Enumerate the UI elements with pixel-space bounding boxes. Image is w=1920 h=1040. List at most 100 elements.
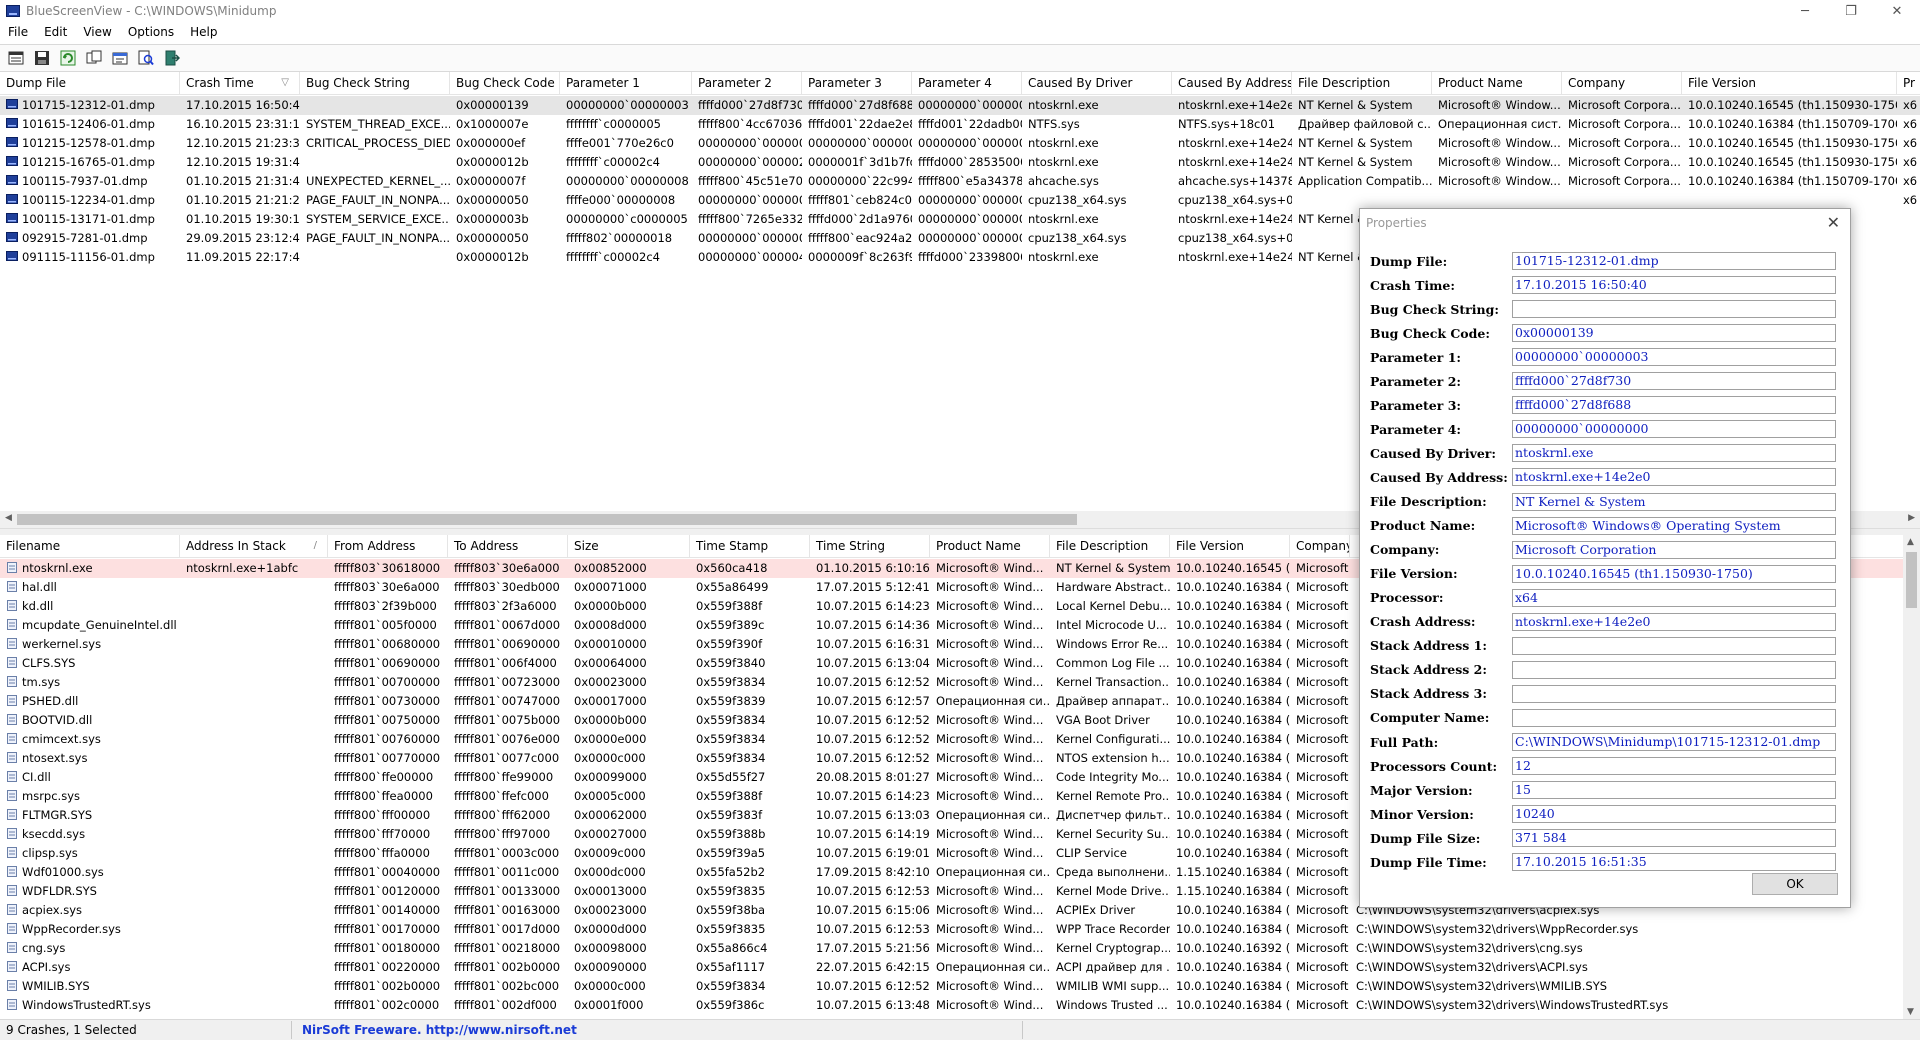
cell-text: 0x559f388f [696,789,763,803]
property-value-field[interactable]: ffffd000`27d8f688 [1512,396,1836,415]
property-value-field[interactable]: ffffd000`27d8f730 [1512,372,1836,391]
property-value-field[interactable]: 15 [1512,781,1836,800]
column-header-caused-by-driver[interactable]: Caused By Driver [1022,72,1172,94]
scroll-left-icon[interactable]: ◀ [5,513,12,523]
property-value-field[interactable]: x64 [1512,588,1836,607]
cell-text: acpiex.sys [22,903,82,917]
property-value-field[interactable]: Microsoft Corporation [1512,540,1836,559]
property-value-field[interactable]: 10240 [1512,805,1836,824]
column-header-product-name[interactable]: Product Name [930,535,1050,557]
cell-to-address: fffff801`0076e000 [448,730,568,749]
minimize-button[interactable]: ─ [1782,0,1828,22]
cell-text: 0x0001f000 [574,998,644,1012]
column-header-file-description[interactable]: File Description [1050,535,1170,557]
property-value-field[interactable]: 17.10.2015 16:51:35 [1512,853,1836,872]
save-selected-icon[interactable] [6,48,26,68]
column-header-size[interactable]: Size [568,535,690,557]
property-value-field[interactable]: ntoskrnl.exe+14e2e0 [1512,612,1836,631]
ok-button[interactable]: OK [1752,873,1838,895]
property-value-field[interactable] [1512,636,1836,655]
cell-caused-by-address: cpuz138_x64.sys+0 [1172,229,1292,248]
menu-edit[interactable]: Edit [36,25,75,39]
menu-options[interactable]: Options [120,25,182,39]
find-icon[interactable] [136,48,156,68]
copy-icon[interactable] [84,48,104,68]
drivers-list-scroll-thumb[interactable] [1906,552,1917,608]
column-header-address-in-stack[interactable]: Address In Stack / [180,535,328,557]
column-header-file-version[interactable]: File Version [1682,72,1897,94]
menu-view[interactable]: View [75,25,119,39]
column-header-bug-check-code[interactable]: Bug Check Code [450,72,560,94]
column-header-file-description[interactable]: File Description [1292,72,1432,94]
column-header-parameter-1[interactable]: Parameter 1 [560,72,692,94]
property-value-field[interactable]: NT Kernel & System [1512,492,1836,511]
column-header-crash-time[interactable]: Crash Time ▽ [180,72,300,94]
drivers-list-vertical-scrollbar[interactable]: ▲ ▼ [1903,535,1920,1019]
cell-text: Microsoft® Wind... [936,922,1044,936]
column-header-from-address[interactable]: From Address [328,535,448,557]
property-value-field[interactable] [1512,684,1836,703]
property-value-field[interactable] [1512,660,1836,679]
driver-row[interactable]: WppRecorder.sys fffff801`00170000 fffff801… [0,920,1903,939]
crash-list-scroll-thumb[interactable] [17,514,1077,525]
dialog-close-icon[interactable]: ✕ [1827,213,1840,232]
column-header-pr[interactable]: Pr [1897,72,1920,94]
column-header-file-version[interactable]: File Version [1170,535,1290,557]
cell-text: 01.10.2015 21:21:28 [186,193,300,207]
column-header-time-stamp[interactable]: Time Stamp [690,535,810,557]
column-header-company[interactable]: Company [1290,535,1350,557]
driver-row[interactable]: ACPI.sys fffff801`00220000 fffff801`002b00… [0,958,1903,977]
column-header-dump-file[interactable]: Dump File [0,72,180,94]
save-icon[interactable] [32,48,52,68]
property-value-field[interactable] [1512,300,1836,319]
column-header-time-string[interactable]: Time String [810,535,930,557]
property-value-field[interactable]: 00000000`00000000 [1512,420,1836,439]
property-value-field[interactable] [1512,708,1836,727]
property-value-field[interactable]: 17.10.2015 16:50:40 [1512,276,1836,295]
scroll-up-icon[interactable]: ▲ [1907,537,1914,547]
driver-row[interactable]: cng.sys fffff801`00180000 fffff801`0021800… [0,939,1903,958]
menu-help[interactable]: Help [182,25,225,39]
property-value-field[interactable]: 371 584 [1512,829,1836,848]
column-header-parameter-2[interactable]: Parameter 2 [692,72,802,94]
property-value-field[interactable]: 12 [1512,757,1836,776]
cell-text: Wdf01000.sys [22,865,104,879]
scroll-right-icon[interactable]: ▶ [1908,513,1915,523]
close-window-button[interactable]: ✕ [1874,0,1920,22]
cell-address-in-stack [180,711,328,730]
property-value-field[interactable]: 101715-12312-01.dmp [1512,252,1836,270]
driver-row[interactable]: WindowsTrustedRT.sys fffff801`002c0000 fff… [0,996,1903,1015]
column-header-caused-by-address[interactable]: Caused By Address [1172,72,1292,94]
cell-size: 0x000dc000 [568,863,690,882]
nirsoft-link[interactable]: NirSoft Freeware. http://www.nirsoft.net [292,1021,1023,1039]
crash-row[interactable]: 101215-16765-01.dmp 12.10.2015 19:31:49 0x… [0,153,1920,172]
column-header-parameter-4[interactable]: Parameter 4 [912,72,1022,94]
exit-icon[interactable] [162,48,182,68]
crash-row[interactable]: 100115-7937-01.dmp 01.10.2015 21:31:44 UNE… [0,172,1920,191]
cell-product-name: Операционная сист... [1432,115,1562,134]
column-header-bug-check-string[interactable]: Bug Check String [300,72,450,94]
refresh-icon[interactable] [58,48,78,68]
column-header-to-address[interactable]: To Address [448,535,568,557]
property-value-field[interactable]: 00000000`00000003 [1512,348,1836,367]
cell-text: 101715-12312-01.dmp [22,98,155,112]
column-header-company[interactable]: Company [1562,72,1682,94]
scroll-down-icon[interactable]: ▼ [1907,1007,1914,1017]
column-header-filename[interactable]: Filename [0,535,180,557]
column-header-parameter-3[interactable]: Parameter 3 [802,72,912,94]
property-value-field[interactable]: C:\WINDOWS\Minidump\101715-12312-01.dmp [1512,733,1836,751]
driver-row[interactable]: WMILIB.SYS fffff801`002b0000 fffff801`002b… [0,977,1903,996]
column-header-product-name[interactable]: Product Name [1432,72,1562,94]
cell-text: fffff800`ffe99000 [454,770,554,784]
property-value-field[interactable]: Microsoft® Windows® Operating System [1512,516,1836,535]
crash-row[interactable]: 101715-12312-01.dmp 17.10.2015 16:50:40 0x… [0,96,1920,115]
property-value-field[interactable]: 0x00000139 [1512,324,1836,343]
property-value-field[interactable]: ntoskrnl.exe+14e2e0 [1512,468,1836,487]
restore-button[interactable]: ❐ [1828,0,1874,22]
property-value-field[interactable]: ntoskrnl.exe [1512,444,1836,463]
crash-row[interactable]: 101215-12578-01.dmp 12.10.2015 21:23:32 CR… [0,134,1920,153]
properties-icon[interactable] [110,48,130,68]
crash-row[interactable]: 101615-12406-01.dmp 16.10.2015 23:31:17 SY… [0,115,1920,134]
menu-file[interactable]: File [0,25,36,39]
property-value-field[interactable]: 10.0.10240.16545 (th1.150930-1750) [1512,564,1836,583]
